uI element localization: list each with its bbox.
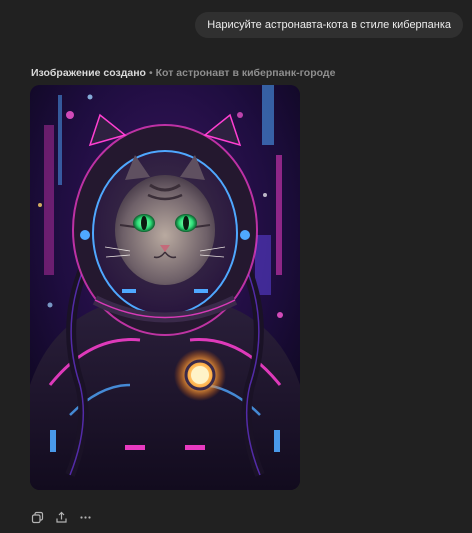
- caption-status: Изображение создано: [31, 67, 146, 79]
- share-button[interactable]: [52, 508, 70, 526]
- user-message-bubble: Нарисуйте астронавта-кота в стиле киберп…: [195, 12, 463, 38]
- chat-container: Нарисуйте астронавта-кота в стиле киберп…: [0, 0, 472, 533]
- copy-icon: [31, 511, 43, 523]
- cyberpunk-cat-astronaut-illustration: [30, 85, 300, 490]
- caption-separator: •: [148, 67, 153, 79]
- user-message-text: Нарисуйте астронавта-кота в стиле киберп…: [207, 19, 451, 31]
- copy-button[interactable]: [28, 508, 46, 526]
- more-icon: [79, 515, 91, 519]
- share-icon: [55, 511, 67, 523]
- generated-image[interactable]: [30, 85, 300, 490]
- message-actions: [28, 508, 94, 526]
- image-caption: Изображение создано • Кот астронавт в кибе…: [31, 67, 335, 79]
- more-button[interactable]: [76, 508, 94, 526]
- caption-description: Кот астронавт в киберпанк-городе: [155, 67, 336, 79]
